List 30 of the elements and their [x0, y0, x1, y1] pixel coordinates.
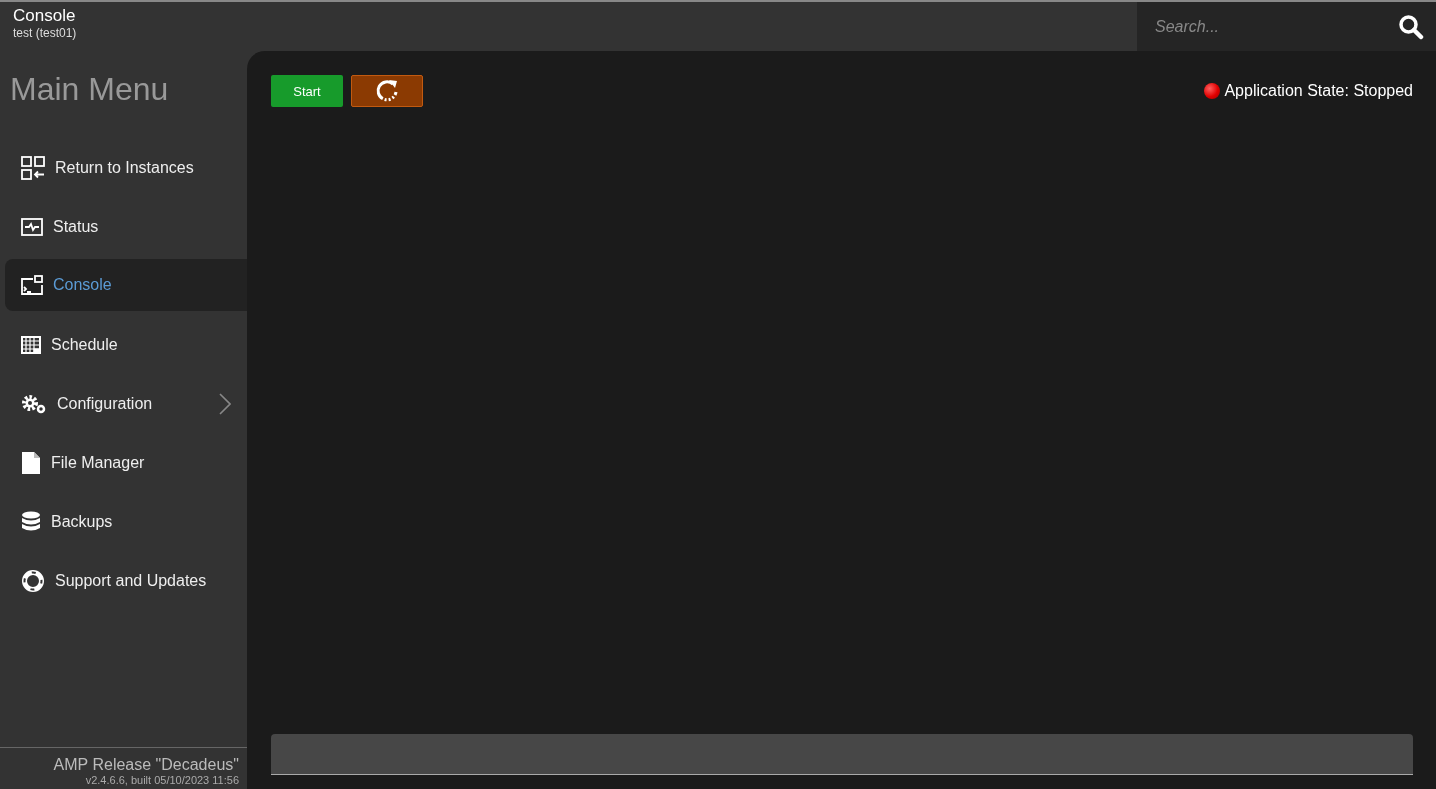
- database-icon: [21, 510, 41, 533]
- menu-item[interactable]: Schedule: [5, 315, 247, 374]
- page-title: Console: [13, 6, 77, 26]
- menu-item[interactable]: Status: [5, 197, 247, 256]
- restart-icon: [374, 78, 400, 104]
- start-button[interactable]: Start: [271, 75, 343, 107]
- document-icon: [21, 450, 41, 475]
- menu-item[interactable]: File Manager: [5, 433, 247, 492]
- grid-arrow-icon: [21, 155, 45, 180]
- menu-item[interactable]: Console: [5, 259, 247, 311]
- terminal-icon: [21, 275, 43, 295]
- release-name: AMP Release "Decadeus": [52, 756, 239, 774]
- search-input[interactable]: Search...: [1153, 16, 1398, 37]
- calendar-grid-icon: [21, 335, 41, 354]
- console-input-field[interactable]: [271, 734, 1413, 775]
- menu-item[interactable]: Support and Updates: [5, 551, 247, 610]
- search-field[interactable]: Search...: [1137, 2, 1436, 51]
- restart-button[interactable]: [351, 75, 423, 107]
- menu-item[interactable]: Backups: [5, 492, 247, 551]
- lifebuoy-icon: [21, 568, 45, 593]
- instance-name: test (test01): [13, 26, 77, 40]
- gears-icon: [21, 393, 47, 414]
- menu-heading: Main Menu: [9, 70, 170, 109]
- menu-item[interactable]: Configuration: [5, 374, 247, 433]
- pulse-monitor-icon: [21, 217, 43, 236]
- search-icon[interactable]: [1398, 13, 1424, 40]
- application-state: Application State: Stopped: [1224, 82, 1413, 100]
- menu-item[interactable]: Return to Instances: [5, 138, 247, 197]
- status-dot: [1204, 83, 1221, 99]
- build-info: v2.4.6.6, built 05/10/2023 11:56: [84, 774, 239, 786]
